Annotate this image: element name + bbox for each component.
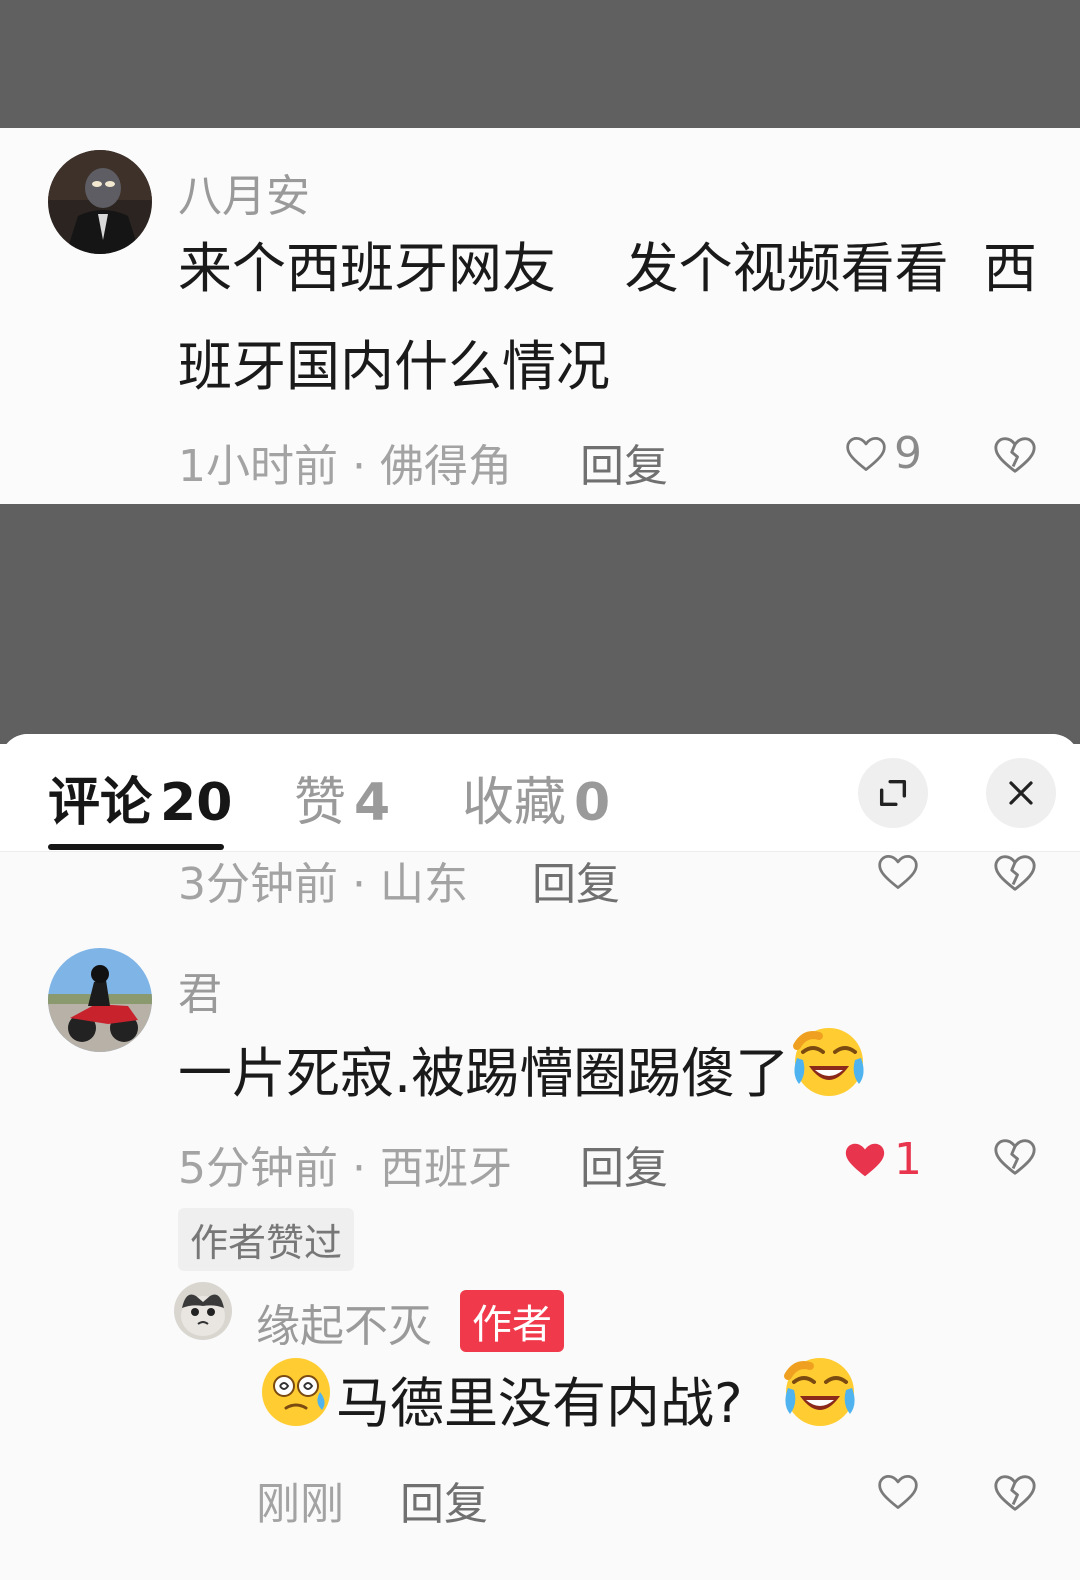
avatar[interactable] xyxy=(48,948,152,1052)
dislike-button[interactable] xyxy=(992,1470,1038,1520)
username[interactable]: 八月安 xyxy=(178,160,310,224)
tab-count: 0 xyxy=(574,773,611,833)
laughing-crying-emoji xyxy=(789,1022,869,1133)
like-count: 9 xyxy=(894,428,922,479)
heart-outline-icon xyxy=(846,436,886,471)
comment-meta: 1小时前 · 佛得角 xyxy=(178,441,512,492)
dimmed-backdrop-top xyxy=(0,0,1080,128)
reply-text-content: 马德里没有内战? xyxy=(336,1372,743,1436)
heart-outline-icon xyxy=(878,855,918,889)
dislike-button[interactable] xyxy=(992,432,1038,482)
like-button[interactable] xyxy=(876,1470,920,1514)
reply-button[interactable]: 回复 xyxy=(532,848,620,912)
comment-text: 来个西班牙网友 发个视频看看 西 班牙国内什么情况 xyxy=(178,220,1037,416)
like-button[interactable] xyxy=(876,850,920,894)
reply-text: 马德里没有内战? xyxy=(256,1352,860,1463)
comments-sheet: 评论 20 赞4 收藏 0 3分钟前 · 山东 回复 君 一片死寂.被踢懵圈踢傻… xyxy=(0,734,1080,1580)
reply-meta: 刚刚 xyxy=(256,1479,344,1530)
broken-heart-icon xyxy=(994,1475,1036,1511)
comment-text-line-2: 班牙国内什么情况 xyxy=(178,335,610,398)
tab-likes[interactable]: 赞4 xyxy=(294,760,390,835)
tab-comments[interactable]: 评论 20 xyxy=(48,760,232,835)
tab-favorites[interactable]: 收藏 0 xyxy=(462,760,610,835)
broken-heart-icon xyxy=(994,437,1036,473)
tab-label: 收藏 xyxy=(462,773,567,833)
author-liked-badge: 作者赞过 xyxy=(178,1208,355,1271)
expand-button[interactable] xyxy=(858,758,928,828)
heart-filled-icon xyxy=(845,1143,885,1176)
dizzy-face-emoji xyxy=(256,1352,336,1463)
comment-text-line-1: 来个西班牙网友 发个视频看看 西 xyxy=(178,237,1037,300)
tab-count: 4 xyxy=(354,773,391,833)
reply-button[interactable]: 回复 xyxy=(580,1132,668,1196)
reply-button[interactable]: 回复 xyxy=(400,1468,488,1532)
reply-button[interactable]: 回复 xyxy=(580,430,668,494)
tabs-bar: 评论 20 赞4 收藏 0 xyxy=(0,734,1080,852)
avatar[interactable] xyxy=(174,1282,232,1340)
dislike-button[interactable] xyxy=(992,1134,1038,1184)
laughing-crying-emoji xyxy=(780,1352,860,1463)
tab-label: 评论 xyxy=(48,773,153,833)
like-button[interactable]: 1 xyxy=(842,1134,922,1185)
like-button[interactable]: 9 xyxy=(844,428,922,479)
author-tag: 作者 xyxy=(460,1290,564,1352)
broken-heart-icon xyxy=(994,855,1036,891)
tab-count: 20 xyxy=(160,773,233,833)
comment-text: 一片死寂.被踢懵圈踢傻了 xyxy=(178,1022,869,1133)
username[interactable]: 君 xyxy=(178,958,222,1022)
close-icon xyxy=(1009,781,1033,805)
username[interactable]: 缘起不灭 xyxy=(256,1290,432,1354)
comment-card-top: 八月安 来个西班牙网友 发个视频看看 西 班牙国内什么情况 1小时前 · 佛得角… xyxy=(0,128,1080,504)
close-button[interactable] xyxy=(986,758,1056,828)
avatar[interactable] xyxy=(48,150,152,254)
comment-text-content: 一片死寂.被踢懵圈踢傻了 xyxy=(178,1042,790,1106)
expand-icon xyxy=(879,779,907,807)
dimmed-backdrop-middle xyxy=(0,504,1080,744)
heart-outline-icon xyxy=(878,1475,918,1509)
like-count: 1 xyxy=(894,1134,922,1185)
tab-label: 赞 xyxy=(294,773,347,833)
comment-meta: 3分钟前 · 山东 xyxy=(178,859,468,910)
broken-heart-icon xyxy=(994,1139,1036,1175)
dislike-button[interactable] xyxy=(992,850,1038,900)
comment-meta: 5分钟前 · 西班牙 xyxy=(178,1143,512,1194)
